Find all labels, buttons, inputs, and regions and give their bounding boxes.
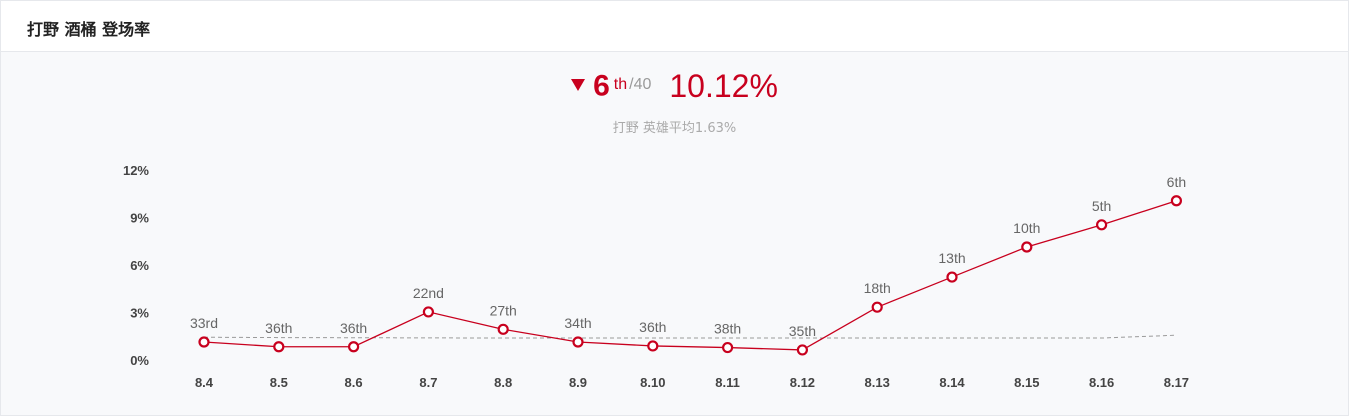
- y-tick-label: 9%: [130, 211, 149, 226]
- x-tick-label: 8.11: [715, 375, 740, 390]
- data-point: [497, 323, 509, 335]
- x-tick-label: 8.17: [1164, 375, 1189, 390]
- data-point: [348, 341, 360, 353]
- rank-label: 35th: [789, 323, 816, 339]
- data-point: [647, 340, 659, 352]
- rank-label: 5th: [1092, 198, 1111, 214]
- data-point: [273, 341, 285, 353]
- rank-label: 10th: [1013, 220, 1040, 236]
- rank-label: 36th: [639, 319, 666, 335]
- x-tick-label: 8.6: [345, 375, 363, 390]
- x-tick-label: 8.14: [939, 375, 965, 390]
- data-point: [871, 301, 883, 313]
- data-point: [1170, 195, 1183, 207]
- rank-label: 36th: [340, 320, 367, 336]
- x-tick-label: 8.10: [640, 375, 665, 390]
- data-point: [198, 336, 210, 348]
- rank-label: 27th: [490, 302, 517, 318]
- data-point: [1095, 219, 1108, 231]
- x-tick-label: 8.16: [1089, 375, 1114, 390]
- rank-label: 18th: [864, 280, 891, 296]
- rank-label: 6th: [1167, 174, 1186, 190]
- rank-label: 22nd: [413, 285, 444, 301]
- rank-label: 13th: [938, 250, 965, 266]
- x-tick-label: 8.15: [1014, 375, 1039, 390]
- x-tick-label: 8.8: [494, 375, 512, 390]
- data-point: [721, 341, 734, 354]
- y-tick-label: 0%: [130, 353, 149, 368]
- rank-label: 38th: [714, 321, 741, 337]
- x-tick-label: 8.5: [270, 375, 288, 390]
- y-tick-label: 12%: [123, 163, 149, 178]
- data-point: [796, 344, 809, 356]
- rank-label: 33rd: [190, 315, 218, 331]
- y-tick-label: 6%: [130, 258, 149, 273]
- data-point: [1021, 241, 1033, 253]
- rank-label: 36th: [265, 320, 292, 336]
- x-tick-label: 8.7: [419, 375, 437, 390]
- rank-label: 34th: [564, 315, 591, 331]
- data-point: [946, 271, 958, 283]
- data-point: [422, 306, 434, 318]
- x-tick-label: 8.12: [790, 375, 815, 390]
- data-point: [572, 336, 584, 348]
- x-tick-label: 8.13: [865, 375, 890, 390]
- usage-rate-chart: 0% 3% 6% 9% 12% 8.4 8.5 8.6 8.7 8.8 8.9 8.10 8.11 8.1…: [123, 163, 1189, 390]
- x-tick-label: 8.9: [569, 375, 587, 390]
- x-tick-label: 8.4: [195, 375, 214, 390]
- y-tick-label: 3%: [130, 306, 149, 321]
